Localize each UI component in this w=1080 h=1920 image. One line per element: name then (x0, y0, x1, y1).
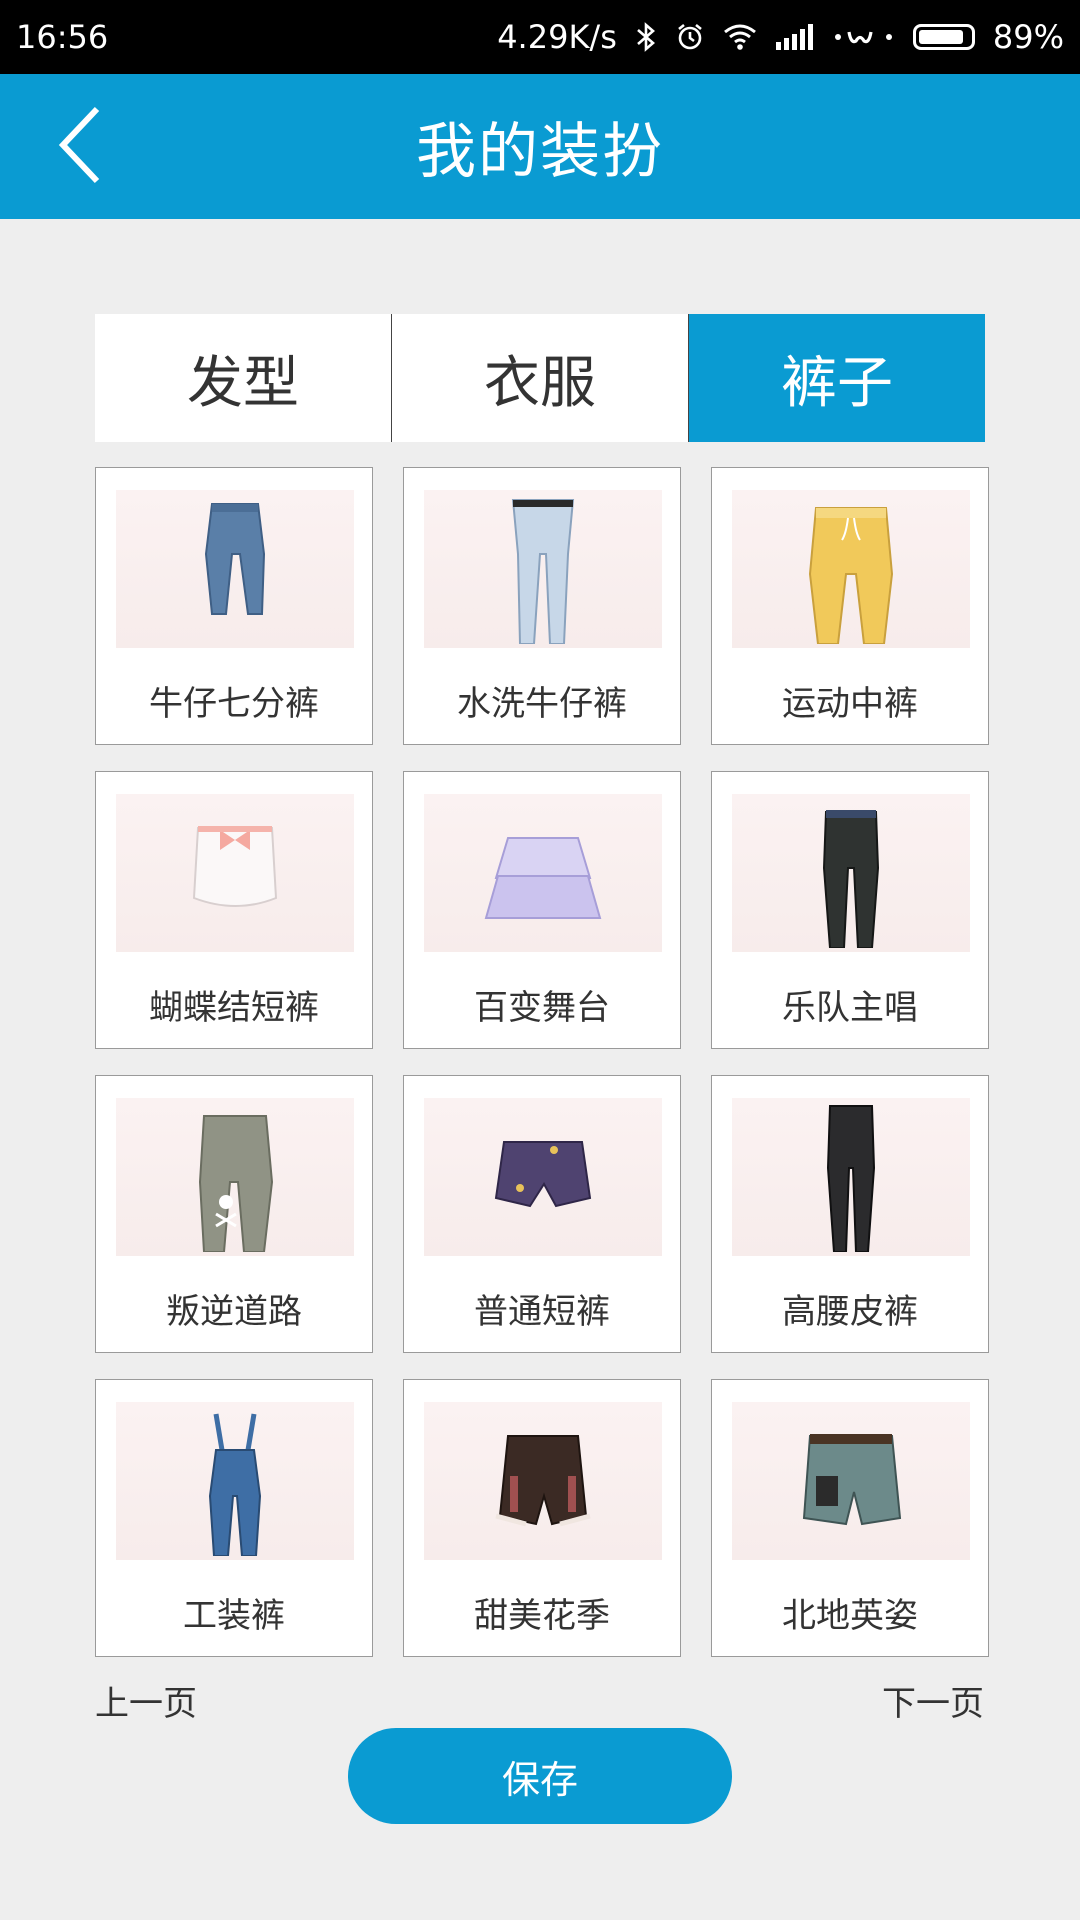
prev-page-link[interactable]: 上一页 (95, 1676, 197, 1725)
item-card[interactable]: 百变舞台 (403, 771, 681, 1049)
item-card[interactable]: 蝴蝶结短裤 (95, 771, 373, 1049)
item-label: 北地英姿 (782, 1596, 918, 1636)
battery-icon (912, 24, 975, 50)
status-bar: 16:56 4.29K/s 89% (0, 0, 1080, 74)
tab-hairstyle[interactable]: 发型 (95, 314, 392, 442)
item-card[interactable]: 乐队主唱 (711, 771, 989, 1049)
app-notification-icon (833, 24, 895, 50)
item-label: 普通短裤 (474, 1292, 610, 1332)
item-label: 叛逆道路 (166, 1292, 302, 1332)
item-card[interactable]: 高腰皮裤 (711, 1075, 989, 1353)
network-speed: 4.29K/s (497, 18, 617, 56)
item-label: 工装裤 (183, 1596, 285, 1636)
battery-percent: 89% (992, 18, 1064, 56)
item-label: 运动中裤 (782, 684, 918, 724)
tab-pants[interactable]: 裤子 (689, 314, 985, 442)
item-label: 水洗牛仔裤 (457, 684, 627, 724)
item-card[interactable]: 水洗牛仔裤 (403, 467, 681, 745)
item-card[interactable]: 牛仔七分裤 (95, 467, 373, 745)
pants-thumbnail (116, 1402, 354, 1560)
pants-thumbnail (116, 1098, 354, 1256)
item-card[interactable]: 运动中裤 (711, 467, 989, 745)
wifi-icon (723, 23, 757, 51)
bluetooth-icon (635, 21, 657, 53)
pants-thumbnail (424, 490, 662, 648)
save-button[interactable]: 保存 (348, 1728, 732, 1824)
item-card[interactable]: 叛逆道路 (95, 1075, 373, 1353)
item-label: 百变舞台 (474, 988, 610, 1028)
page-title: 我的装扮 (416, 117, 664, 187)
item-card[interactable]: 普通短裤 (403, 1075, 681, 1353)
item-card[interactable]: 北地英姿 (711, 1379, 989, 1657)
signal-icon (775, 24, 815, 50)
pants-thumbnail (732, 490, 970, 648)
alarm-icon (675, 22, 705, 52)
next-page-link[interactable]: 下一页 (882, 1676, 984, 1725)
category-tabs: 发型 衣服 裤子 (95, 314, 985, 442)
title-bar: 我的装扮 (0, 74, 1080, 219)
item-label: 高腰皮裤 (782, 1292, 918, 1332)
tab-clothes[interactable]: 衣服 (392, 314, 689, 442)
status-time: 16:56 (16, 18, 109, 56)
item-label: 甜美花季 (474, 1596, 610, 1636)
item-label: 蝴蝶结短裤 (149, 988, 319, 1028)
pants-thumbnail (424, 794, 662, 952)
pants-thumbnail (116, 794, 354, 952)
pants-thumbnail (732, 1098, 970, 1256)
item-label: 牛仔七分裤 (149, 684, 319, 724)
pants-thumbnail (732, 794, 970, 952)
item-card[interactable]: 甜美花季 (403, 1379, 681, 1657)
pants-thumbnail (732, 1402, 970, 1560)
pants-thumbnail (424, 1098, 662, 1256)
item-label: 乐队主唱 (782, 988, 918, 1028)
pants-thumbnail (424, 1402, 662, 1560)
pants-thumbnail (116, 490, 354, 648)
item-card[interactable]: 工装裤 (95, 1379, 373, 1657)
